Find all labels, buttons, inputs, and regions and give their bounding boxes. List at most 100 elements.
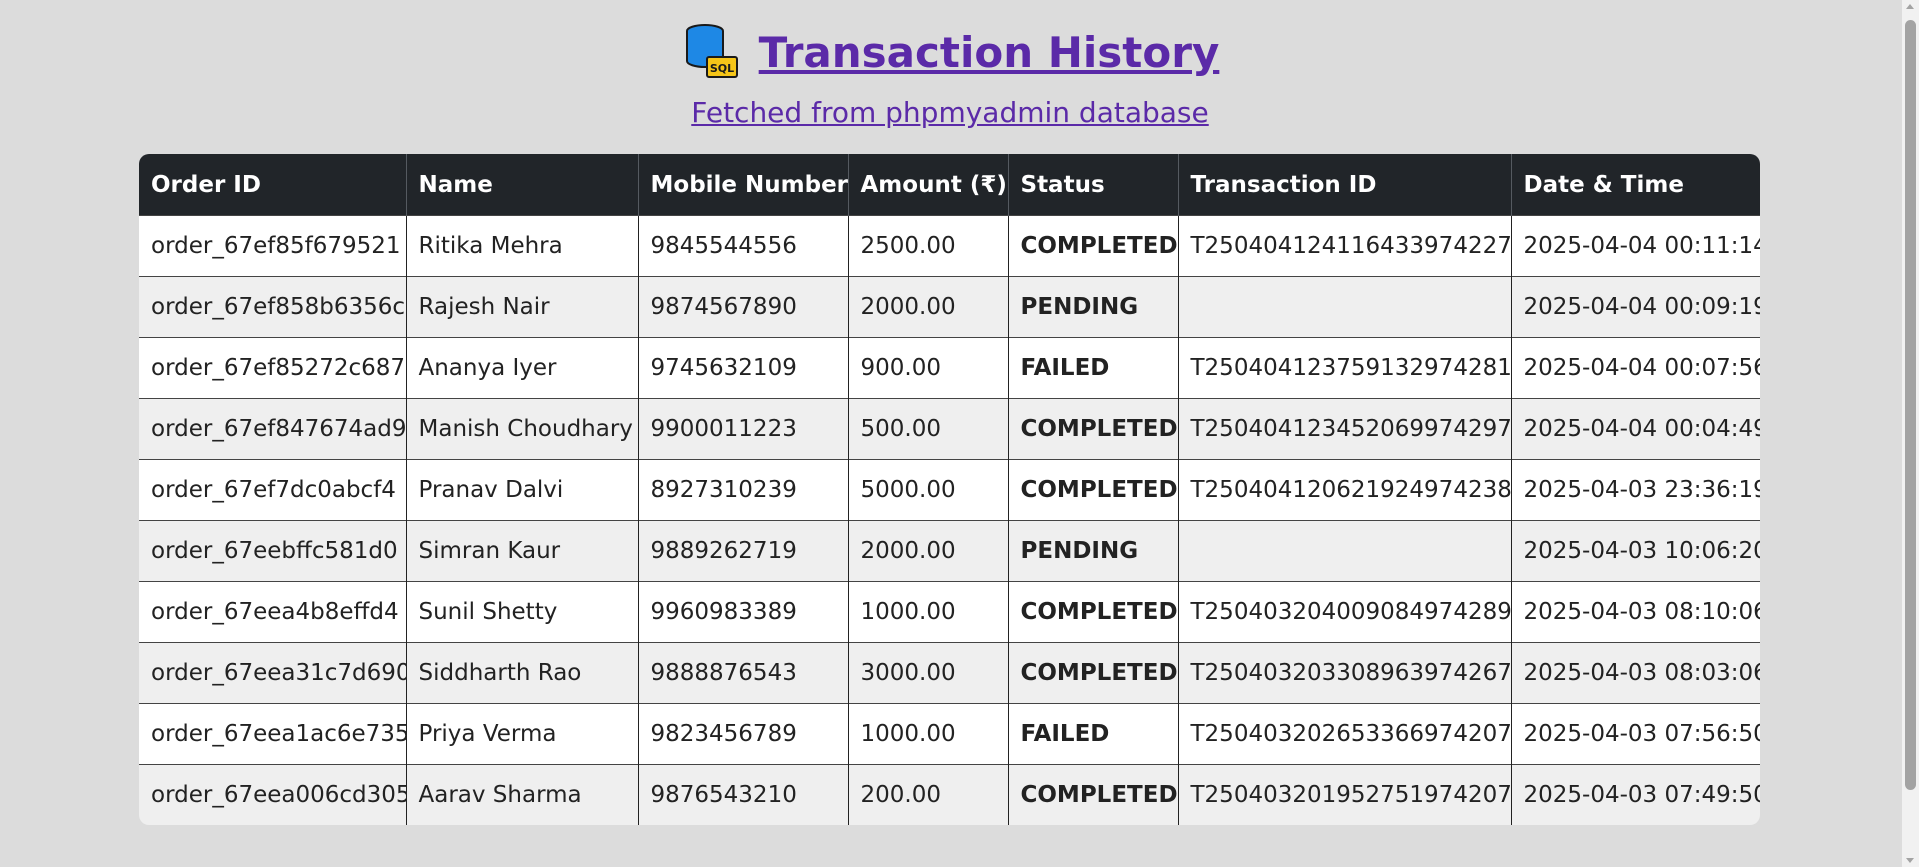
order-id-cell: order_67ef85f679521 — [139, 215, 407, 277]
column-header-status: Status — [1008, 154, 1179, 216]
name-cell: Pranav Dalvi — [406, 459, 639, 521]
table-row: order_67eea006cd305 Aarav Sharma 987654321… — [139, 764, 1760, 825]
transaction-id-cell — [1178, 276, 1512, 338]
mobile-cell: 9745632109 — [638, 337, 849, 399]
date-time-cell: 2025-04-03 07:56:50 — [1511, 703, 1760, 765]
order-id-cell: order_67ef85272c687 — [139, 337, 407, 399]
mobile-cell: 9900011223 — [638, 398, 849, 460]
table-row: order_67ef7dc0abcf4 Pranav Dalvi 892731023… — [139, 459, 1760, 521]
mobile-cell: 9876543210 — [638, 764, 849, 825]
name-cell: Siddharth Rao — [406, 642, 639, 704]
sql-icon-label: SQL — [710, 62, 734, 75]
mobile-cell: 9960983389 — [638, 581, 849, 643]
transaction-id-cell — [1178, 520, 1512, 582]
table-row: order_67ef847674ad9 Manish Choudhary 99000… — [139, 398, 1760, 460]
table-row: order_67ef85272c687 Ananya Iyer 9745632109… — [139, 337, 1760, 399]
status-cell: COMPLETED — [1008, 642, 1179, 704]
sql-database-icon: SQL — [681, 23, 741, 81]
status-cell: PENDING — [1008, 276, 1179, 338]
table-header: Order ID Name Mobile Number Amount (₹) S… — [139, 154, 1760, 216]
name-cell: Rajesh Nair — [406, 276, 639, 338]
order-id-cell: order_67ef7dc0abcf4 — [139, 459, 407, 521]
page-header: SQL Transaction History Fetched from php… — [0, 0, 1900, 129]
amount-cell: 200.00 — [848, 764, 1009, 825]
amount-cell: 2000.00 — [848, 520, 1009, 582]
name-cell: Ritika Mehra — [406, 215, 639, 277]
column-header-date-time: Date & Time — [1511, 154, 1760, 216]
scrollbar-thumb[interactable] — [1905, 20, 1916, 790]
date-time-cell: 2025-04-04 00:11:14 — [1511, 215, 1760, 277]
amount-cell: 500.00 — [848, 398, 1009, 460]
title-row: SQL Transaction History — [0, 22, 1900, 82]
order-id-cell: order_67eea4b8effd4 — [139, 581, 407, 643]
mobile-cell: 9845544556 — [638, 215, 849, 277]
mobile-cell: 9823456789 — [638, 703, 849, 765]
date-time-cell: 2025-04-03 08:10:06 — [1511, 581, 1760, 643]
name-cell: Aarav Sharma — [406, 764, 639, 825]
name-cell: Sunil Shetty — [406, 581, 639, 643]
name-cell: Simran Kaur — [406, 520, 639, 582]
mobile-cell: 9888876543 — [638, 642, 849, 704]
amount-cell: 2500.00 — [848, 215, 1009, 277]
status-cell: COMPLETED — [1008, 215, 1179, 277]
amount-cell: 3000.00 — [848, 642, 1009, 704]
date-time-cell: 2025-04-04 00:09:19 — [1511, 276, 1760, 338]
status-cell: FAILED — [1008, 703, 1179, 765]
transaction-id-cell: T2504032019527519742073 — [1178, 764, 1512, 825]
header-row: Order ID Name Mobile Number Amount (₹) S… — [139, 154, 1760, 216]
date-time-cell: 2025-04-03 08:03:06 — [1511, 642, 1760, 704]
date-time-cell: 2025-04-04 00:04:49 — [1511, 398, 1760, 460]
status-cell: PENDING — [1008, 520, 1179, 582]
amount-cell: 1000.00 — [848, 581, 1009, 643]
order-id-cell: order_67ef858b6356c — [139, 276, 407, 338]
transaction-id-cell: T2504041241164339742273 — [1178, 215, 1512, 277]
table-row: order_67ef85f679521 Ritika Mehra 984554455… — [139, 215, 1760, 277]
table-row: order_67eea4b8effd4 Sunil Shetty 996098338… — [139, 581, 1760, 643]
scroll-down-icon[interactable] — [1906, 858, 1914, 863]
date-time-cell: 2025-04-03 07:49:50 — [1511, 764, 1760, 825]
mobile-cell: 9874567890 — [638, 276, 849, 338]
mobile-cell: 9889262719 — [638, 520, 849, 582]
transaction-id-cell: T2504032026533669742070 — [1178, 703, 1512, 765]
status-cell: COMPLETED — [1008, 398, 1179, 460]
amount-cell: 1000.00 — [848, 703, 1009, 765]
column-header-name: Name — [406, 154, 639, 216]
order-id-cell: order_67eea1ac6e735 — [139, 703, 407, 765]
order-id-cell: order_67ef847674ad9 — [139, 398, 407, 460]
transaction-id-cell: T2504032033089639742671 — [1178, 642, 1512, 704]
table-row: order_67eea31c7d690 Siddharth Rao 98888765… — [139, 642, 1760, 704]
date-time-cell: 2025-04-04 00:07:56 — [1511, 337, 1760, 399]
status-cell: COMPLETED — [1008, 459, 1179, 521]
order-id-cell: order_67eebffc581d0 — [139, 520, 407, 582]
page: SQL Transaction History Fetched from php… — [0, 0, 1919, 867]
name-cell: Priya Verma — [406, 703, 639, 765]
transaction-id-cell: T2504041206219249742380 — [1178, 459, 1512, 521]
page-subtitle[interactable]: Fetched from phpmyadmin database — [0, 96, 1900, 129]
column-header-mobile: Mobile Number — [638, 154, 849, 216]
table-row: order_67ef858b6356c Rajesh Nair 9874567890… — [139, 276, 1760, 338]
status-cell: FAILED — [1008, 337, 1179, 399]
name-cell: Manish Choudhary — [406, 398, 639, 460]
order-id-cell: order_67eea31c7d690 — [139, 642, 407, 704]
order-id-cell: order_67eea006cd305 — [139, 764, 407, 825]
vertical-scrollbar[interactable] — [1902, 0, 1919, 867]
table-row: order_67eea1ac6e735 Priya Verma 9823456789… — [139, 703, 1760, 765]
status-cell: COMPLETED — [1008, 581, 1179, 643]
column-header-amount: Amount (₹) — [848, 154, 1009, 216]
transaction-id-cell: T2504041234520699742978 — [1178, 398, 1512, 460]
transaction-id-cell: T2504032040090849742899 — [1178, 581, 1512, 643]
scroll-up-icon[interactable] — [1906, 4, 1914, 9]
table-row: order_67eebffc581d0 Simran Kaur 9889262719… — [139, 520, 1760, 582]
page-title[interactable]: Transaction History — [759, 28, 1220, 77]
transactions-table-container: Order ID Name Mobile Number Amount (₹) S… — [139, 154, 1760, 825]
transaction-id-cell: T2504041237591329742815 — [1178, 337, 1512, 399]
amount-cell: 900.00 — [848, 337, 1009, 399]
date-time-cell: 2025-04-03 10:06:20 — [1511, 520, 1760, 582]
amount-cell: 2000.00 — [848, 276, 1009, 338]
column-header-transaction-id: Transaction ID — [1178, 154, 1512, 216]
transactions-table: Order ID Name Mobile Number Amount (₹) S… — [139, 154, 1760, 825]
date-time-cell: 2025-04-03 23:36:19 — [1511, 459, 1760, 521]
column-header-order-id: Order ID — [139, 154, 407, 216]
mobile-cell: 8927310239 — [638, 459, 849, 521]
table-body: order_67ef85f679521 Ritika Mehra 984554455… — [139, 215, 1760, 825]
